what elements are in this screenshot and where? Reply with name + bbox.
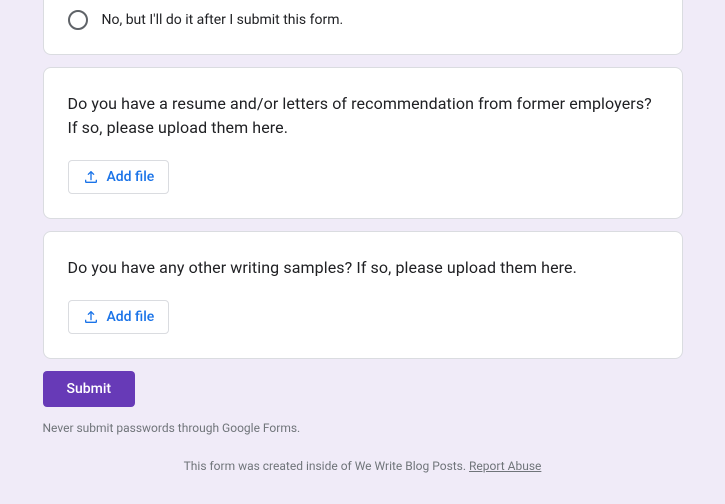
footer-disclaimer: This form was created inside of We Write…: [43, 459, 683, 473]
add-file-label: Add file: [107, 309, 155, 325]
question-title: Do you have any other writing samples? I…: [68, 256, 658, 280]
upload-icon: [83, 169, 99, 185]
disclaimer-text: This form was created inside of We Write…: [184, 459, 469, 473]
upload-icon: [83, 309, 99, 325]
question-card-resume: Do you have a resume and/or letters of r…: [43, 67, 683, 219]
add-file-label: Add file: [107, 169, 155, 185]
question-title: Do you have a resume and/or letters of r…: [68, 92, 658, 140]
add-file-button[interactable]: Add file: [68, 160, 170, 194]
submit-button[interactable]: Submit: [43, 371, 136, 407]
radio-unchecked-icon: [68, 10, 88, 30]
question-card-samples: Do you have any other writing samples? I…: [43, 231, 683, 359]
radio-option[interactable]: No, but I'll do it after I submit this f…: [68, 10, 658, 30]
add-file-button[interactable]: Add file: [68, 300, 170, 334]
question-card-radio: No, but I'll do it after I submit this f…: [43, 0, 683, 55]
password-warning: Never submit passwords through Google Fo…: [43, 421, 683, 435]
report-abuse-link[interactable]: Report Abuse: [469, 459, 541, 473]
submit-label: Submit: [67, 381, 112, 397]
radio-option-label: No, but I'll do it after I submit this f…: [102, 12, 344, 28]
